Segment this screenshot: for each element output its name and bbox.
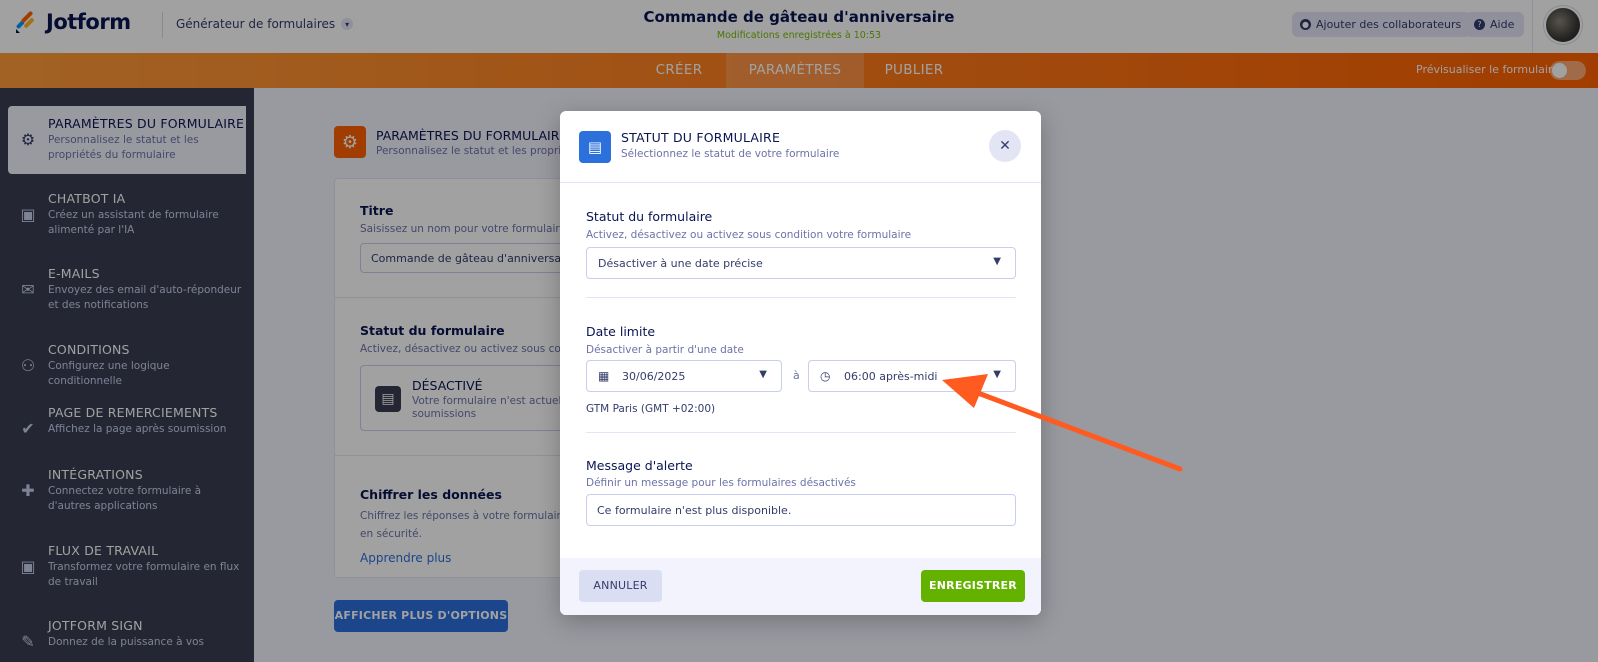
arrow-head [942,374,988,408]
annotation-arrow [942,374,1183,472]
arrow-shaft [975,390,1183,472]
